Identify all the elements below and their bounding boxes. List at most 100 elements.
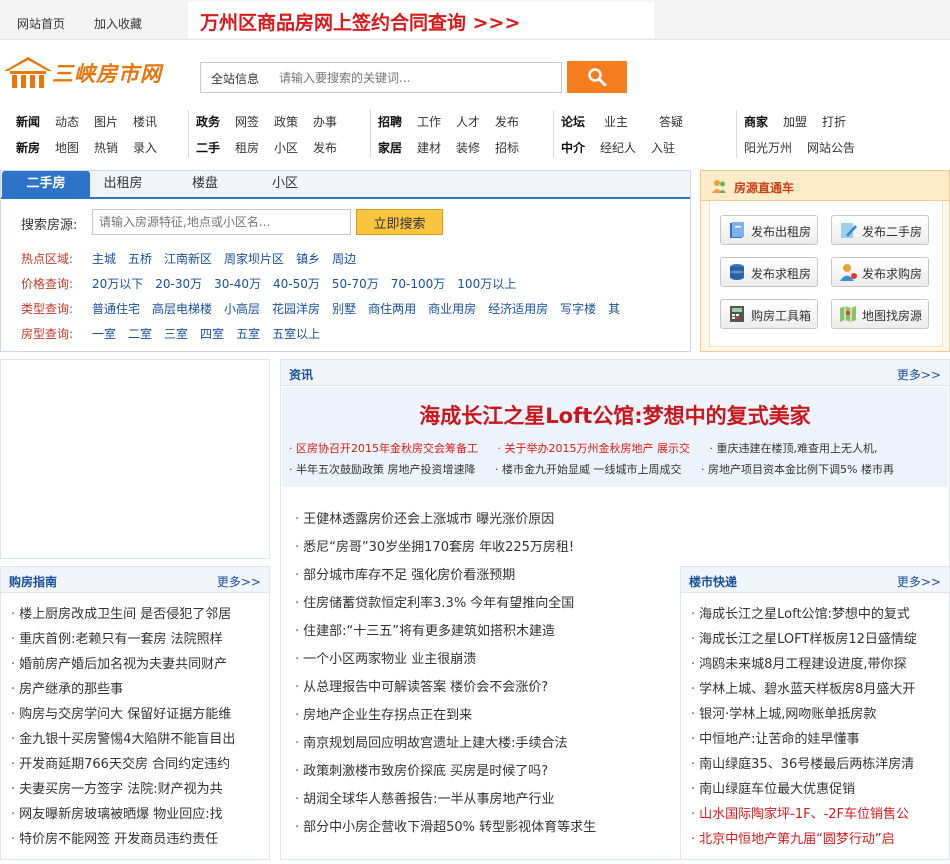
list-item[interactable]: · 部分城市库存不足 强化房价看涨预期	[295, 562, 683, 590]
list-item[interactable]: · 鸿鸥未来城8月工程建设进度,带你探	[691, 652, 943, 677]
list-item[interactable]: · 房产继承的那些事	[11, 677, 263, 702]
post-rental-button[interactable]: 发布出租房	[720, 215, 818, 245]
filter-option[interactable]: 主城	[92, 250, 116, 267]
add-favorite-link[interactable]: 加入收藏	[94, 15, 142, 32]
list-item[interactable]: · 特价房不能网签 开发商员违约责任	[11, 827, 263, 852]
nav-item[interactable]: 业主	[604, 113, 628, 130]
sub-headline[interactable]: · 半年五次鼓励政策 房地产投资增速降	[289, 463, 484, 476]
filter-option[interactable]: 70-100万	[391, 275, 446, 292]
tab-community[interactable]: 小区	[241, 171, 329, 197]
post-second-hand-button[interactable]: 发布二手房	[831, 215, 929, 245]
house-search-button[interactable]: 立即搜索	[356, 209, 443, 235]
more-link[interactable]: 更多>>	[897, 366, 941, 383]
house-search-input[interactable]	[92, 209, 351, 235]
filter-option[interactable]: 五桥	[128, 250, 152, 267]
list-item[interactable]: · 住房储蓄贷款恒定利率3.3% 今年有望推向全国	[295, 590, 683, 618]
filter-option[interactable]: 别墅	[332, 300, 356, 317]
nav-item[interactable]: 新闻	[16, 113, 40, 130]
nav-item[interactable]: 办事	[313, 113, 337, 130]
list-item[interactable]: · 金九银十买房警惕4大陷阱不能盲目出	[11, 727, 263, 752]
nav-item[interactable]: 人才	[456, 113, 480, 130]
list-item[interactable]: · 政策刺激楼市致房价探底 买房是时候了吗?	[295, 758, 683, 786]
sub-headline[interactable]: · 区房协召开2015年金秋房交会筹备工	[289, 442, 486, 455]
list-item[interactable]: · 山水国际陶家坪-1F、-2F车位销售公	[691, 802, 943, 827]
filter-option[interactable]: 周边	[332, 250, 356, 267]
nav-item[interactable]: 发布	[495, 113, 519, 130]
nav-item[interactable]: 招聘	[378, 113, 402, 130]
nav-item[interactable]: 地图	[55, 139, 79, 156]
nav-item[interactable]: 网签	[235, 113, 259, 130]
contract-query-banner[interactable]: 万州区商品房网上签约合同查询 >>>	[188, 2, 654, 38]
nav-item[interactable]: 动态	[55, 113, 79, 130]
filter-option[interactable]: 二室	[128, 325, 152, 342]
site-logo[interactable]: 三峡房市网	[0, 52, 190, 92]
nav-item[interactable]: 图片	[94, 113, 118, 130]
list-item[interactable]: · 银河·学林上城,网吻账单抵房款	[691, 702, 943, 727]
nav-item[interactable]: 论坛	[561, 113, 585, 130]
nav-item[interactable]: 政策	[274, 113, 298, 130]
home-link[interactable]: 网站首页	[17, 15, 65, 32]
list-item[interactable]: · 南山绿庭车位最大优惠促销	[691, 777, 943, 802]
nav-item[interactable]: 网站公告	[807, 139, 855, 156]
filter-option[interactable]: 20-30万	[155, 275, 202, 292]
tab-new-projects[interactable]: 楼盘	[161, 171, 249, 197]
search-scope-select[interactable]: 全站信息	[211, 70, 259, 87]
list-item[interactable]: · 海成长江之星Loft公馆:梦想中的复式	[691, 602, 943, 627]
headline-link[interactable]: 海成长江之星Loft公馆:梦想中的复式美家	[281, 400, 949, 430]
filter-option[interactable]: 小高层	[224, 300, 260, 317]
list-item[interactable]: · 住建部:“十三五”将有更多建筑如搭积木建造	[295, 618, 683, 646]
nav-item[interactable]: 经纪人	[600, 139, 636, 156]
list-item[interactable]: · 学林上城、碧水蓝天样板房8月盛大开	[691, 677, 943, 702]
post-buy-wanted-button[interactable]: 发布求购房	[831, 257, 929, 287]
nav-item[interactable]: 工作	[417, 113, 441, 130]
list-item[interactable]: · 部分中小房企营收下滑超50% 转型影视体育等求生	[295, 814, 683, 842]
filter-option[interactable]: 高层电梯楼	[152, 300, 212, 317]
filter-option[interactable]: 经济适用房	[488, 300, 548, 317]
filter-option[interactable]: 普通住宅	[92, 300, 140, 317]
sub-headline[interactable]: · 房地产项目资本金比例下调5% 楼市再	[701, 463, 902, 476]
filter-option[interactable]: 江南新区	[164, 250, 212, 267]
list-item[interactable]: · 南京规划局回应明故宫遗址上建大楼:手续合法	[295, 730, 683, 758]
nav-item[interactable]: 装修	[456, 139, 480, 156]
list-item[interactable]: · 房地产企业生存拐点正在到来	[295, 702, 683, 730]
sub-headline[interactable]: · 楼市金九开始显威 一线城市上周成交	[495, 463, 690, 476]
sub-headline[interactable]: · 关于举办2015万州金秋房地产 展示交	[498, 442, 699, 455]
list-item[interactable]: · 一个小区两家物业 业主很崩溃	[295, 646, 683, 674]
filter-option[interactable]: 四室	[200, 325, 224, 342]
filter-option[interactable]: 商住两用	[368, 300, 416, 317]
list-item[interactable]: · 婚前房产婚后加名视为夫妻共同财产	[11, 652, 263, 677]
nav-item[interactable]: 中介	[561, 139, 585, 156]
more-link[interactable]: 更多>>	[217, 573, 261, 590]
sub-headline[interactable]: · 重庆违建在楼顶,难查用上无人机,	[710, 442, 886, 455]
list-item[interactable]: · 夫妻买房一方签字 法院:财产视为共	[11, 777, 263, 802]
filter-option[interactable]: 100万以上	[457, 275, 516, 292]
filter-option[interactable]: 其	[608, 300, 620, 317]
filter-option[interactable]: 50-70万	[332, 275, 379, 292]
nav-item[interactable]: 答疑	[659, 113, 683, 130]
filter-option[interactable]: 五室以上	[272, 325, 320, 342]
nav-item[interactable]: 商家	[744, 113, 768, 130]
nav-item[interactable]: 热销	[94, 139, 118, 156]
list-item[interactable]: · 海成长江之星LOFT样板房12日盛情绽	[691, 627, 943, 652]
nav-item[interactable]: 新房	[16, 139, 40, 156]
filter-option[interactable]: 20万以下	[92, 275, 143, 292]
list-item[interactable]: · 楼上厨房改成卫生间 是否侵犯了邻居	[11, 602, 263, 627]
filter-option[interactable]: 商业用房	[428, 300, 476, 317]
site-search-input[interactable]	[279, 67, 554, 89]
nav-item[interactable]: 阳光万州	[744, 139, 792, 156]
list-item[interactable]: · 王健林透露房价还会上涨城市 曝光涨价原因	[295, 506, 683, 534]
map-search-button[interactable]: 地图找房源	[831, 299, 929, 329]
filter-option[interactable]: 40-50万	[273, 275, 320, 292]
nav-item[interactable]: 二手	[196, 139, 220, 156]
list-item[interactable]: · 网友曝新房玻璃被晒爆 物业回应:找	[11, 802, 263, 827]
nav-item[interactable]: 入驻	[651, 139, 675, 156]
filter-option[interactable]: 镇乡	[296, 250, 320, 267]
list-item[interactable]: · 悉尼“房哥”30岁坐拥170套房 年收225万房租!	[295, 534, 683, 562]
filter-option[interactable]: 一室	[92, 325, 116, 342]
nav-item[interactable]: 家居	[378, 139, 402, 156]
filter-option[interactable]: 五室	[236, 325, 260, 342]
list-item[interactable]: · 南山绿庭35、36号楼最后两栋洋房清	[691, 752, 943, 777]
nav-item[interactable]: 租房	[235, 139, 259, 156]
list-item[interactable]: · 购房与交房学问大 保留好证据方能维	[11, 702, 263, 727]
filter-option[interactable]: 30-40万	[214, 275, 261, 292]
